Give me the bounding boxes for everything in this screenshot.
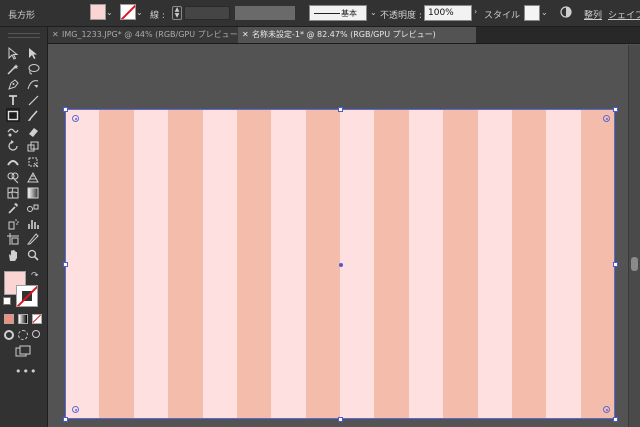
rectangle-tool-icon[interactable]	[6, 108, 20, 122]
control-bar: 長方形 ⌄ ⌄ 線 : ▲ ▼ 基本 ⌄ 不透明度 : 100% › スタイル :…	[0, 0, 640, 27]
none-mode-icon[interactable]	[32, 314, 42, 324]
panel-grip[interactable]	[8, 33, 40, 38]
stroke-color-swatch[interactable]	[120, 4, 136, 20]
slice-tool-icon[interactable]	[26, 232, 40, 246]
free-transform-tool-icon[interactable]	[26, 155, 40, 169]
eyedropper-tool-icon[interactable]	[6, 201, 20, 215]
document-tab-active[interactable]: ✕ 名称未設定-1* @ 82.47% (RGB/GPU プレビュー)	[238, 27, 476, 43]
chevron-down-icon[interactable]: ⌄	[106, 8, 113, 17]
draw-behind-icon[interactable]	[18, 330, 28, 340]
draw-inside-icon[interactable]	[32, 330, 40, 338]
width-tool-icon[interactable]	[6, 155, 20, 169]
swap-fill-stroke-icon[interactable]: ↷	[31, 271, 39, 281]
shaper-tool-icon[interactable]	[6, 124, 20, 138]
resize-handle-bottom[interactable]	[338, 417, 343, 422]
scale-tool-icon[interactable]	[26, 139, 40, 153]
close-icon[interactable]: ✕	[52, 27, 62, 43]
document-tab-bar: ✕ IMG_1233.JPG* @ 44% (RGB/GPU プレビュー) ✕ 名称…	[48, 27, 640, 44]
resize-handle-bottom-left[interactable]	[63, 417, 68, 422]
recolor-artwork-icon[interactable]	[560, 6, 572, 18]
curvature-tool-icon[interactable]	[26, 77, 40, 91]
stroke-weight-input[interactable]	[184, 6, 230, 20]
resize-handle-bottom-right[interactable]	[613, 417, 618, 422]
tools-panel: ↷ •••	[0, 27, 48, 427]
rotate-tool-icon[interactable]	[6, 139, 20, 153]
fill-color-swatch[interactable]	[90, 4, 106, 20]
chevron-down-icon[interactable]: ⌄	[370, 8, 377, 17]
line-tool-icon[interactable]	[26, 93, 40, 107]
hand-tool-icon[interactable]	[6, 248, 20, 262]
direct-selection-tool-icon[interactable]	[26, 46, 40, 60]
resize-handle-top-right[interactable]	[613, 107, 618, 112]
tab-label: 名称未設定-1* @ 82.47% (RGB/GPU プレビュー)	[252, 30, 436, 39]
stroke-weight-stepper[interactable]: ▲ ▼	[172, 6, 182, 20]
graphic-style-swatch[interactable]	[524, 5, 540, 21]
selection-tool-icon[interactable]	[6, 46, 20, 60]
gradient-mode-icon[interactable]	[18, 314, 28, 324]
resize-handle-right[interactable]	[613, 262, 618, 267]
vertical-scrollbar[interactable]	[628, 45, 640, 427]
brush-definition-dropdown[interactable]: 基本	[309, 5, 367, 21]
blend-tool-icon[interactable]	[26, 201, 40, 215]
lasso-tool-icon[interactable]	[26, 62, 40, 76]
draw-normal-icon[interactable]	[4, 330, 14, 340]
opacity-input[interactable]: 100%	[424, 5, 472, 21]
screen-mode-icon[interactable]	[15, 345, 31, 357]
center-point[interactable]	[339, 263, 343, 267]
brush-stroke-preview	[314, 13, 340, 14]
zoom-tool-icon[interactable]	[26, 248, 40, 262]
corner-radius-widget[interactable]	[72, 406, 79, 413]
chevron-down-icon[interactable]: ⌄	[541, 8, 548, 17]
perspective-grid-tool-icon[interactable]	[26, 170, 40, 184]
variable-width-profile[interactable]	[235, 6, 295, 20]
style-label[interactable]: スタイル :	[484, 8, 526, 21]
paintbrush-tool-icon[interactable]	[26, 108, 40, 122]
eraser-tool-icon[interactable]	[26, 124, 40, 138]
magic-wand-tool-icon[interactable]	[6, 62, 20, 76]
shape-builder-tool-icon[interactable]	[6, 170, 20, 184]
opacity-label[interactable]: 不透明度 :	[380, 8, 422, 21]
symbol-sprayer-tool-icon[interactable]	[6, 217, 20, 231]
pen-tool-icon[interactable]	[6, 77, 20, 91]
close-icon[interactable]: ✕	[242, 27, 252, 43]
gradient-tool-icon[interactable]	[26, 186, 40, 200]
chevron-down-icon[interactable]: ⌄	[136, 8, 143, 17]
edit-toolbar-icon[interactable]: •••	[15, 365, 37, 378]
color-mode-icon[interactable]	[4, 314, 14, 324]
chevron-right-icon[interactable]: ›	[474, 7, 477, 16]
corner-radius-widget[interactable]	[603, 406, 610, 413]
shape-link[interactable]: シェイプ	[608, 8, 640, 21]
brush-name: 基本	[341, 9, 357, 18]
object-type-label: 長方形	[8, 11, 36, 21]
align-link[interactable]: 整列	[584, 8, 602, 21]
artboard-tool-icon[interactable]	[6, 232, 20, 246]
canvas-area[interactable]	[48, 45, 628, 427]
scrollbar-thumb[interactable]	[631, 257, 638, 271]
tab-label: IMG_1233.JPG* @ 44% (RGB/GPU プレビュー)	[62, 30, 241, 39]
resize-handle-top[interactable]	[338, 107, 343, 112]
default-colors-icon[interactable]	[3, 297, 11, 305]
type-tool-icon[interactable]	[6, 93, 20, 107]
corner-radius-widget[interactable]	[603, 115, 610, 122]
resize-handle-left[interactable]	[63, 262, 68, 267]
resize-handle-top-left[interactable]	[63, 107, 68, 112]
stroke-label[interactable]: 線 :	[150, 8, 165, 21]
column-graph-tool-icon[interactable]	[26, 217, 40, 231]
stroke-color-box[interactable]	[16, 285, 38, 307]
corner-radius-widget[interactable]	[72, 115, 79, 122]
document-tab[interactable]: ✕ IMG_1233.JPG* @ 44% (RGB/GPU プレビュー)	[48, 27, 241, 43]
mesh-tool-icon[interactable]	[6, 186, 20, 200]
